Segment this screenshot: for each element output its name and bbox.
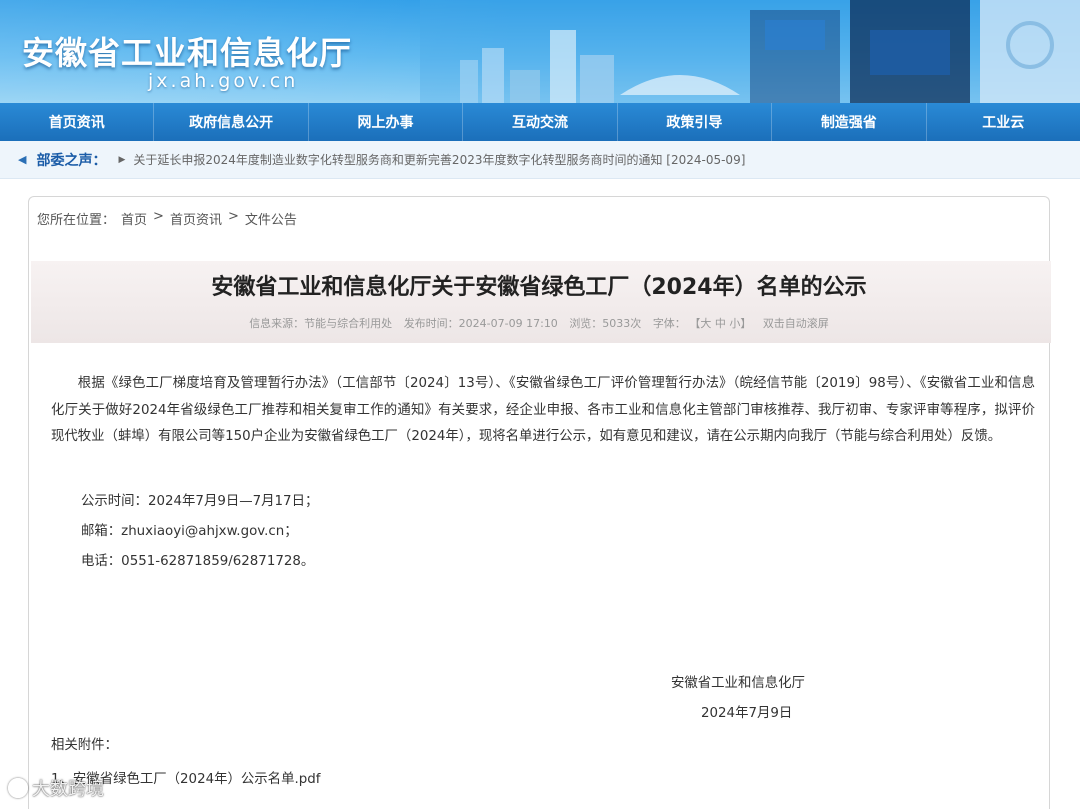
watermark-logo-icon — [8, 778, 28, 798]
news-ticker: ◀ 部委之声： ▶ 关于延长申报2024年度制造业数字化转型服务商和更新完善20… — [0, 141, 1080, 179]
signature-org: 安徽省工业和信息化厅 — [671, 676, 805, 691]
contact-email: 邮箱：zhuxiaoyi@ahjxw.gov.cn； — [81, 524, 298, 539]
attachments-label: 相关附件： — [51, 738, 118, 753]
signature-date: 2024年7月9日 — [701, 706, 793, 721]
site-banner: 安徽省工业和信息化厅 jx.ah.gov.cn — [0, 0, 1080, 103]
nav-item-interaction[interactable]: 互动交流 — [463, 103, 618, 141]
article-body: 根据《绿色工厂梯度培育及管理暂行办法》（工信部节〔2024〕13号）、《安徽省绿… — [51, 376, 1035, 444]
cityscape-image — [420, 0, 1080, 103]
ticker-label: 部委之声： — [36, 152, 107, 169]
autoscroll-hint[interactable]: 双击自动滚屏 — [763, 317, 829, 330]
nav-item-home-news[interactable]: 首页资讯 — [0, 103, 155, 141]
site-domain: jx.ah.gov.cn — [148, 70, 299, 92]
font-label: 字体： — [652, 317, 686, 330]
content-panel: 您所在位置： 首页 > 首页资讯 > 文件公告 安徽省工业和信息化厅关于安徽省绿… — [28, 196, 1051, 809]
publicity-period: 公示时间：2024年7月9日—7月17日； — [81, 494, 319, 509]
nav-item-gov-info[interactable]: 政府信息公开 — [154, 103, 309, 141]
breadcrumb-home-news[interactable]: 首页资讯 — [170, 209, 222, 228]
main-nav: 首页资讯 政府信息公开 网上办事 互动交流 政策引导 制造强省 工业云 — [0, 103, 1080, 141]
nav-item-manufacturing[interactable]: 制造强省 — [772, 103, 927, 141]
nav-item-policy[interactable]: 政策引导 — [618, 103, 773, 141]
font-size-control: 字体： 【大 中 小】 — [653, 317, 752, 330]
article-title: 安徽省工业和信息化厅关于安徽省绿色工厂（2024年）名单的公示 — [211, 275, 867, 300]
font-bracket-open: 【 — [689, 317, 701, 330]
breadcrumb-prefix: 您所在位置： — [37, 213, 116, 228]
watermark: 大数跨境 — [8, 775, 104, 801]
meta-views: 浏览：5033次 — [569, 317, 642, 330]
contact-phone: 电话：0551-62871859/62871728。 — [81, 554, 315, 569]
breadcrumb-separator: > — [153, 209, 164, 224]
watermark-text: 大数跨境 — [32, 779, 104, 800]
speaker-icon: ◀ — [18, 153, 27, 166]
breadcrumb-home[interactable]: 首页 — [121, 209, 147, 228]
font-small-button[interactable]: 小 — [729, 317, 740, 330]
breadcrumb-announcements[interactable]: 文件公告 — [245, 209, 297, 228]
bullet-arrow-icon: ▶ — [118, 154, 126, 165]
site-title: 安徽省工业和信息化厅 — [22, 34, 353, 72]
breadcrumb: 您所在位置： 首页 > 首页资讯 > 文件公告 — [37, 209, 297, 228]
meta-source: 信息来源：节能与综合利用处 — [249, 317, 393, 330]
article-meta: 信息来源：节能与综合利用处 发布时间：2024-07-09 17:10 浏览：5… — [29, 315, 1049, 331]
nav-item-online-services[interactable]: 网上办事 — [309, 103, 464, 141]
breadcrumb-separator: > — [227, 209, 239, 224]
font-medium-button[interactable]: 中 — [715, 317, 726, 330]
nav-item-industrial-cloud[interactable]: 工业云 — [927, 103, 1080, 141]
meta-published: 发布时间：2024-07-09 17:10 — [403, 317, 558, 330]
ticker-link[interactable]: 关于延长申报2024年度制造业数字化转型服务商和更新完善2023年度数字化转型服… — [133, 151, 745, 168]
font-large-button[interactable]: 大 — [700, 317, 711, 330]
font-bracket-close: 】 — [740, 317, 752, 330]
